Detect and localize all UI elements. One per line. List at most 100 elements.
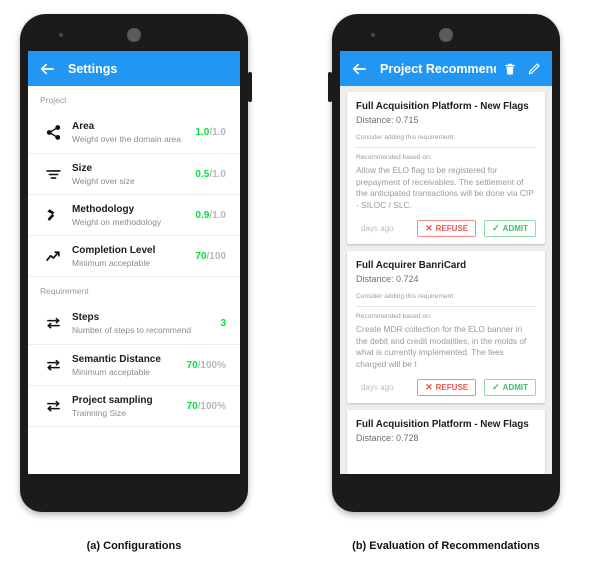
setting-title: Project sampling [72,394,153,406]
check-icon: ✓ [492,382,500,392]
setting-value-number: 70 [195,250,207,262]
setting-title: Size [72,162,93,174]
admit-button-label: ADMIT [502,224,528,233]
card-divider [356,147,536,148]
card-based-on-label: Recommended based on: [356,313,432,320]
refuse-button-label: REFUSE [435,383,469,392]
recommendation-list: Full Acquisition Platform - New Flags Di… [340,86,552,474]
card-title: Full Acquisition Platform - New Flags [356,419,529,430]
setting-texts: Size Weight over size [68,162,195,187]
setting-subtitle: Number of steps to recommend [72,325,192,335]
setting-title: Steps [72,312,100,323]
share-icon [38,124,68,141]
setting-texts: Completion Level Minimum acceptable [68,244,195,269]
compare-arrows-icon [38,398,68,415]
setting-row-methodology[interactable]: Methodology Weight on methodology 0.9/1.… [28,194,240,235]
trending-up-icon [38,248,68,265]
list-bottom-divider [28,426,240,433]
setting-value-max: /100 [206,250,226,262]
settings-list: Project Area Weight over the domain area… [28,86,240,474]
front-camera-icon [439,28,453,42]
recommendation-card[interactable]: Full Acquirer BanriCard Distance: 0.724 … [347,251,545,403]
front-camera-icon [127,28,141,42]
setting-subtitle: Minimum acceptable [72,366,150,377]
pencil-icon[interactable] [524,59,544,79]
setting-value-number: 70 [186,359,198,371]
card-body-text: Allow the ELO flag to be registered for … [356,165,534,210]
phone-mockup-recommendations: Project Recommend... Full Acquisition Pl… [328,14,560,512]
power-button[interactable] [248,72,252,102]
check-icon: ✓ [492,223,500,233]
card-distance: Distance: 0.724 [356,274,419,284]
volume-button[interactable] [328,72,332,102]
setting-texts: Steps Number of steps to recommend [68,311,220,336]
back-icon[interactable] [36,58,58,80]
recommendation-card[interactable]: Full Acquisition Platform - New Flags Di… [347,410,545,474]
screen-recommendations: Project Recommend... Full Acquisition Pl… [340,51,552,474]
phone-mockup-configurations: Settings Project Area Weight over the do… [20,14,252,512]
card-title: Full Acquisition Platform - New Flags [356,101,529,112]
card-divider [356,306,536,307]
caption-configurations: (a) Configurations [86,540,182,552]
figure-root: Settings Project Area Weight over the do… [0,0,600,566]
setting-row-semantic-distance[interactable]: Semantic Distance Minimum acceptable 70/… [28,344,240,385]
appbar-recommendations: Project Recommend... [340,51,552,86]
setting-row-size[interactable]: Size Weight over size 0.5/1.0 [28,153,240,194]
close-icon: ✕ [425,382,433,392]
card-based-on-label: Recommended based on: [356,154,432,161]
refuse-button[interactable]: ✕ REFUSE [417,379,477,396]
setting-value-number: 70 [186,400,198,412]
setting-value: 70/100% [187,401,230,412]
proximity-sensor-icon [371,33,375,37]
screen-configurations: Settings Project Area Weight over the do… [28,51,240,474]
card-distance: Distance: 0.728 [356,433,419,443]
setting-value-number: 0.9 [195,209,210,221]
refuse-button-label: REFUSE [435,224,469,233]
setting-subtitle: Minimum acceptable [72,257,150,268]
setting-value-max: /1.0 [209,127,226,138]
setting-texts: Semantic Distance Minimum acceptable [68,353,187,378]
section-label-project: Project [40,95,67,105]
hammer-icon [38,207,68,224]
setting-value-max: /100% [197,359,226,371]
compare-arrows-icon [38,357,68,374]
setting-row-area[interactable]: Area Weight over the domain area 1.0/1.0 [28,112,240,153]
setting-texts: Methodology Weight on methodology [68,203,195,228]
setting-value: 1.0/1.0 [195,127,230,138]
recommendation-card[interactable]: Full Acquisition Platform - New Flags Di… [347,92,545,244]
setting-value-number: 1.0 [195,127,210,138]
card-actions: days ago ✕ REFUSE ✓ ADMIT [356,220,536,237]
setting-value-max: /100% [197,400,226,412]
setting-title: Semantic Distance [72,353,161,365]
appbar-title: Project Recommend... [380,61,496,76]
setting-subtitle: Weight over size [72,175,135,186]
setting-value: 70/100% [187,360,230,371]
back-icon[interactable] [348,58,370,80]
card-hint: Consider adding this requirement: [356,134,455,141]
card-hint: Consider adding this requirement: [356,293,455,300]
refuse-button[interactable]: ✕ REFUSE [417,220,477,237]
setting-row-steps[interactable]: Steps Number of steps to recommend 3 [28,303,240,344]
proximity-sensor-icon [59,33,63,37]
setting-texts: Area Weight over the domain area [68,120,195,145]
setting-row-completion-level[interactable]: Completion Level Minimum acceptable 70/1… [28,235,240,276]
setting-value-number: 0.5 [195,168,210,180]
card-hint [356,452,536,468]
setting-title: Completion Level [72,244,156,256]
admit-button[interactable]: ✓ ADMIT [484,220,536,237]
card-actions: days ago ✕ REFUSE ✓ ADMIT [356,379,536,396]
setting-value: 0.5/1.0 [195,169,230,180]
setting-row-project-sampling[interactable]: Project sampling Trainning Size 70/100% [28,385,240,426]
setting-value: 3 [220,318,230,329]
filter-icon [38,166,68,183]
appbar-title: Settings [68,61,118,76]
setting-value-max: /1.0 [209,168,226,180]
section-label-requirement: Requirement [28,276,240,303]
compare-arrows-icon [38,315,68,332]
card-timestamp: days ago [361,383,394,392]
setting-subtitle: Weight over the domain area [72,134,181,144]
trash-icon[interactable] [500,59,520,79]
setting-subtitle: Trainning Size [72,407,127,418]
admit-button[interactable]: ✓ ADMIT [484,379,536,396]
card-distance: Distance: 0.715 [356,115,419,125]
